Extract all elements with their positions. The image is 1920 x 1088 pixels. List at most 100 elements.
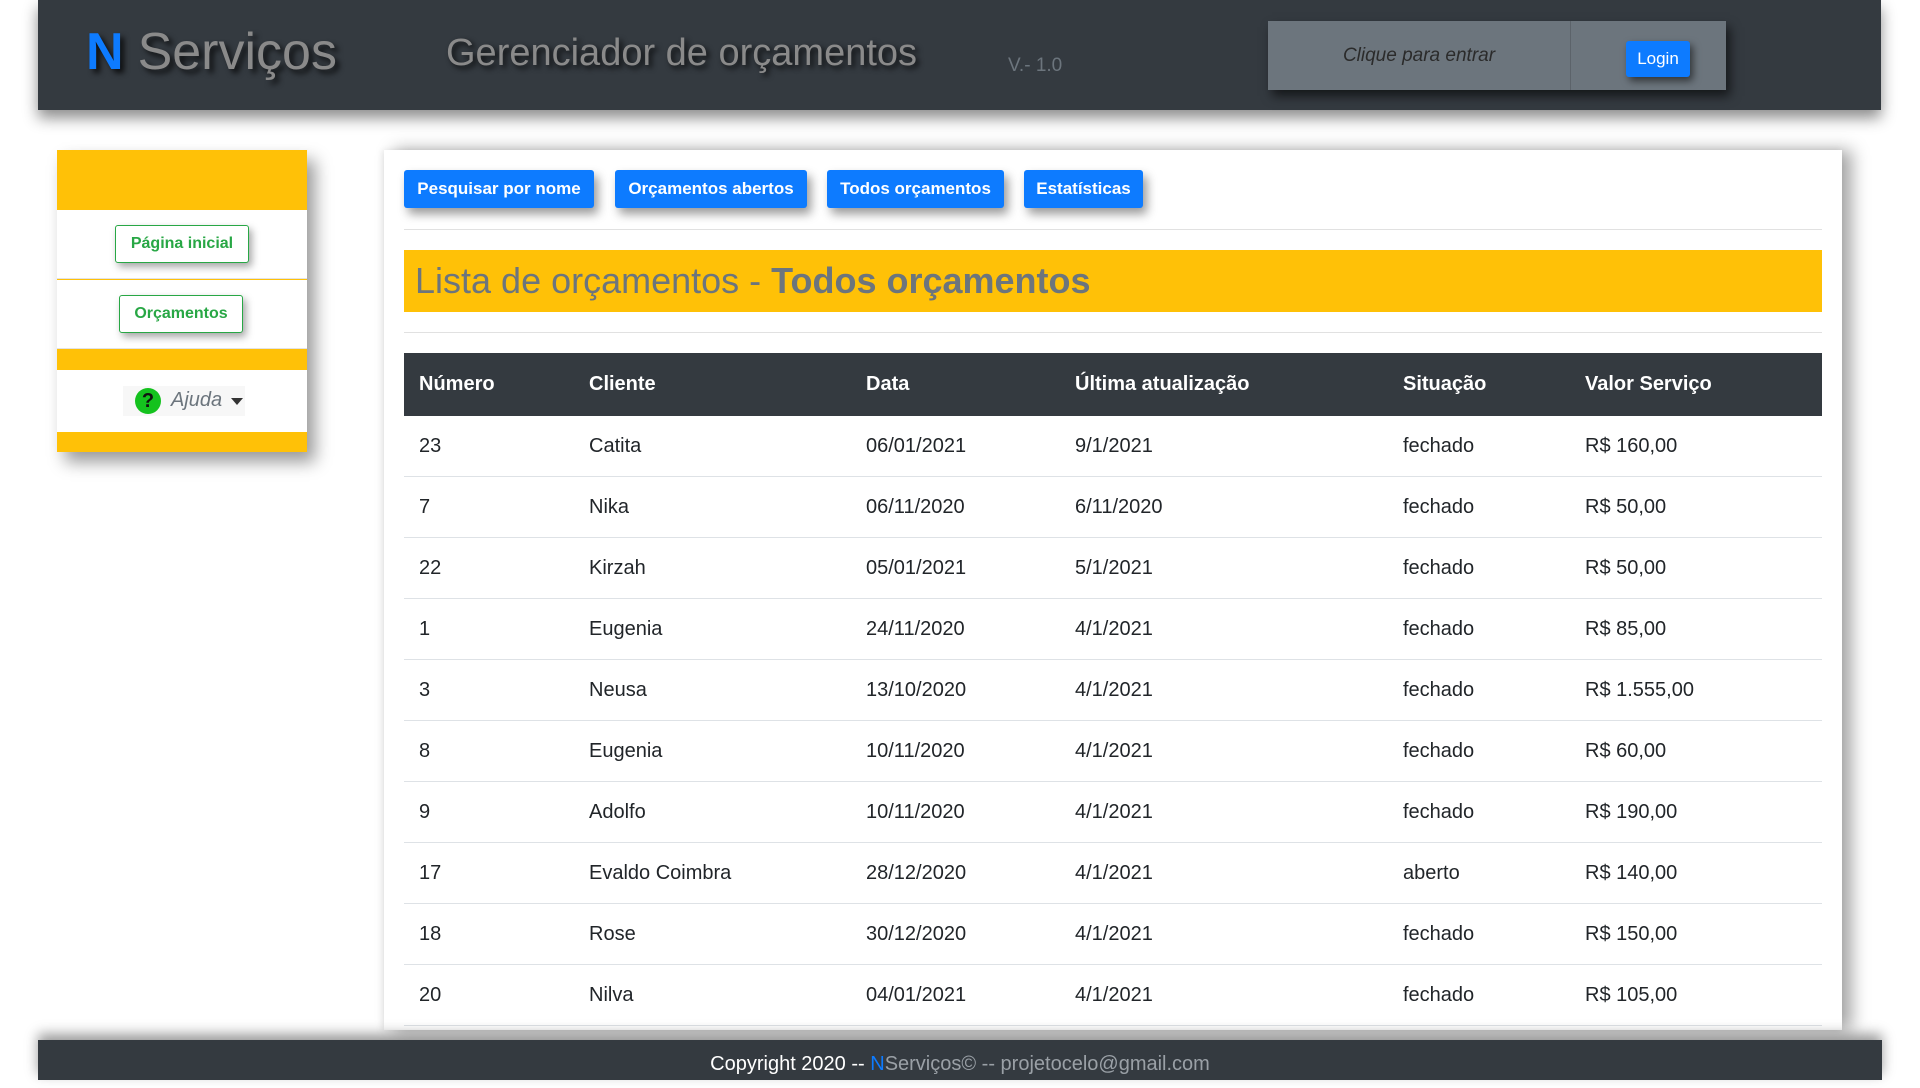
cell-cliente: Neusa bbox=[574, 659, 851, 721]
cell-situacao: fechado bbox=[1388, 537, 1570, 599]
cell-data: 06/11/2020 bbox=[851, 476, 1060, 538]
help-dropdown[interactable]: ? Ajuda bbox=[57, 370, 307, 432]
cell-cliente: Nilva bbox=[574, 964, 851, 1026]
table-row[interactable]: 3 Neusa 13/10/2020 4/1/2021 fechado R$ 1… bbox=[404, 659, 1822, 721]
top-navbar: N Serviços Gerenciador de orçamentos V.- … bbox=[38, 0, 1881, 110]
cell-ultima-atualizacao: 4/1/2021 bbox=[1060, 598, 1388, 660]
cell-numero: 17 bbox=[404, 842, 574, 904]
cell-valor: R$ 50,00 bbox=[1570, 476, 1822, 538]
help-label: Ajuda bbox=[171, 389, 223, 411]
cell-ultima-atualizacao: 4/1/2021 bbox=[1060, 659, 1388, 721]
orders-table: Número Cliente Data Última atualização S… bbox=[404, 353, 1822, 1026]
cell-cliente: Eugenia bbox=[574, 720, 851, 782]
login-input[interactable]: Clique para entrar bbox=[1268, 21, 1571, 90]
cell-valor: R$ 150,00 bbox=[1570, 903, 1822, 965]
table-row[interactable]: 7 Nika 06/11/2020 6/11/2020 fechado R$ 5… bbox=[404, 476, 1822, 538]
version-label: V.- 1.0 bbox=[1008, 55, 1063, 76]
table-row[interactable]: 20 Nilva 04/01/2021 4/1/2021 fechado R$ … bbox=[404, 964, 1822, 1026]
cell-ultima-atualizacao: 6/11/2020 bbox=[1060, 476, 1388, 538]
cell-valor: R$ 140,00 bbox=[1570, 842, 1822, 904]
footer-brand-contact: Serviços© -- projetocelo@gmail.com bbox=[884, 1053, 1210, 1075]
cell-numero: 9 bbox=[404, 781, 574, 843]
list-title: Lista de orçamentos - Todos orçamentos bbox=[404, 250, 1822, 312]
login-box: Clique para entrar Login bbox=[1268, 21, 1726, 90]
cell-situacao: fechado bbox=[1388, 476, 1570, 538]
footer-copyright: Copyright 2020 -- bbox=[710, 1053, 871, 1075]
cell-situacao: aberto bbox=[1388, 842, 1570, 904]
cell-data: 10/11/2020 bbox=[851, 720, 1060, 782]
cell-situacao: fechado bbox=[1388, 659, 1570, 721]
brand-letter: N bbox=[86, 23, 124, 81]
cell-cliente: Catita bbox=[574, 416, 851, 477]
cell-ultima-atualizacao: 9/1/2021 bbox=[1060, 416, 1388, 477]
login-button[interactable]: Login bbox=[1626, 41, 1690, 77]
table-row[interactable]: 8 Eugenia 10/11/2020 4/1/2021 fechado R$… bbox=[404, 720, 1822, 782]
sidebar: Página inicial Orçamentos ? Ajuda bbox=[57, 150, 307, 452]
brand-logo[interactable]: N Serviços bbox=[86, 22, 337, 82]
question-icon: ? bbox=[135, 388, 161, 414]
cell-ultima-atualizacao: 5/1/2021 bbox=[1060, 537, 1388, 599]
table-row[interactable]: 9 Adolfo 10/11/2020 4/1/2021 fechado R$ … bbox=[404, 781, 1822, 843]
statistics-button[interactable]: Estatísticas bbox=[1024, 170, 1143, 208]
cell-ultima-atualizacao: 4/1/2021 bbox=[1060, 842, 1388, 904]
table-row[interactable]: 18 Rose 30/12/2020 4/1/2021 fechado R$ 1… bbox=[404, 903, 1822, 965]
cell-data: 04/01/2021 bbox=[851, 964, 1060, 1026]
header-ultima-atualizacao: Última atualização bbox=[1060, 353, 1388, 416]
cell-valor: R$ 105,00 bbox=[1570, 964, 1822, 1026]
cell-cliente: Eugenia bbox=[574, 598, 851, 660]
caret-down-icon bbox=[231, 398, 243, 405]
cell-data: 05/01/2021 bbox=[851, 537, 1060, 599]
header-numero: Número bbox=[404, 353, 574, 416]
table-row[interactable]: 17 Evaldo Coimbra 28/12/2020 4/1/2021 ab… bbox=[404, 842, 1822, 904]
cell-data: 28/12/2020 bbox=[851, 842, 1060, 904]
cell-cliente: Evaldo Coimbra bbox=[574, 842, 851, 904]
cell-ultima-atualizacao: 4/1/2021 bbox=[1060, 720, 1388, 782]
list-title-filter: Todos orçamentos bbox=[771, 260, 1091, 301]
cell-numero: 7 bbox=[404, 476, 574, 538]
cell-ultima-atualizacao: 4/1/2021 bbox=[1060, 781, 1388, 843]
home-button[interactable]: Página inicial bbox=[115, 225, 249, 263]
cell-valor: R$ 50,00 bbox=[1570, 537, 1822, 599]
search-by-name-button[interactable]: Pesquisar por nome bbox=[404, 170, 594, 208]
app-subtitle: Gerenciador de orçamentos bbox=[446, 32, 918, 74]
header-cliente: Cliente bbox=[574, 353, 851, 416]
cell-numero: 3 bbox=[404, 659, 574, 721]
cell-valor: R$ 190,00 bbox=[1570, 781, 1822, 843]
cell-situacao: fechado bbox=[1388, 720, 1570, 782]
orcamentos-button[interactable]: Orçamentos bbox=[119, 295, 243, 333]
main-content: Pesquisar por nome Orçamentos abertos To… bbox=[384, 150, 1842, 1030]
cell-cliente: Nika bbox=[574, 476, 851, 538]
cell-valor: R$ 85,00 bbox=[1570, 598, 1822, 660]
header-situacao: Situação bbox=[1388, 353, 1570, 416]
table-header-row: Número Cliente Data Última atualização S… bbox=[404, 353, 1822, 416]
header-data: Data bbox=[851, 353, 1060, 416]
cell-numero: 23 bbox=[404, 416, 574, 477]
open-orders-button[interactable]: Orçamentos abertos bbox=[615, 170, 807, 208]
list-title-prefix: Lista de orçamentos - bbox=[415, 260, 772, 301]
cell-numero: 1 bbox=[404, 598, 574, 660]
cell-valor: R$ 1.555,00 bbox=[1570, 659, 1822, 721]
header-valor-servico: Valor Serviço bbox=[1570, 353, 1822, 416]
cell-situacao: fechado bbox=[1388, 416, 1570, 477]
cell-situacao: fechado bbox=[1388, 903, 1570, 965]
table-row[interactable]: 23 Catita 06/01/2021 9/1/2021 fechado R$… bbox=[404, 416, 1822, 477]
sidebar-item-orcamentos: Orçamentos bbox=[57, 280, 307, 349]
sidebar-item-home: Página inicial bbox=[57, 210, 307, 279]
cell-numero: 22 bbox=[404, 537, 574, 599]
cell-situacao: fechado bbox=[1388, 598, 1570, 660]
help-toggle[interactable]: ? Ajuda bbox=[123, 386, 245, 416]
cell-cliente: Rose bbox=[574, 903, 851, 965]
table-row[interactable]: 22 Kirzah 05/01/2021 5/1/2021 fechado R$… bbox=[404, 537, 1822, 599]
cell-situacao: fechado bbox=[1388, 964, 1570, 1026]
cell-data: 06/01/2021 bbox=[851, 416, 1060, 477]
all-orders-button[interactable]: Todos orçamentos bbox=[827, 170, 1004, 208]
cell-ultima-atualizacao: 4/1/2021 bbox=[1060, 903, 1388, 965]
cell-ultima-atualizacao: 4/1/2021 bbox=[1060, 964, 1388, 1026]
cell-situacao: fechado bbox=[1388, 781, 1570, 843]
cell-data: 13/10/2020 bbox=[851, 659, 1060, 721]
brand-name: Serviços bbox=[137, 23, 337, 81]
cell-valor: R$ 60,00 bbox=[1570, 720, 1822, 782]
table-row[interactable]: 1 Eugenia 24/11/2020 4/1/2021 fechado R$… bbox=[404, 598, 1822, 660]
cell-numero: 8 bbox=[404, 720, 574, 782]
cell-cliente: Kirzah bbox=[574, 537, 851, 599]
